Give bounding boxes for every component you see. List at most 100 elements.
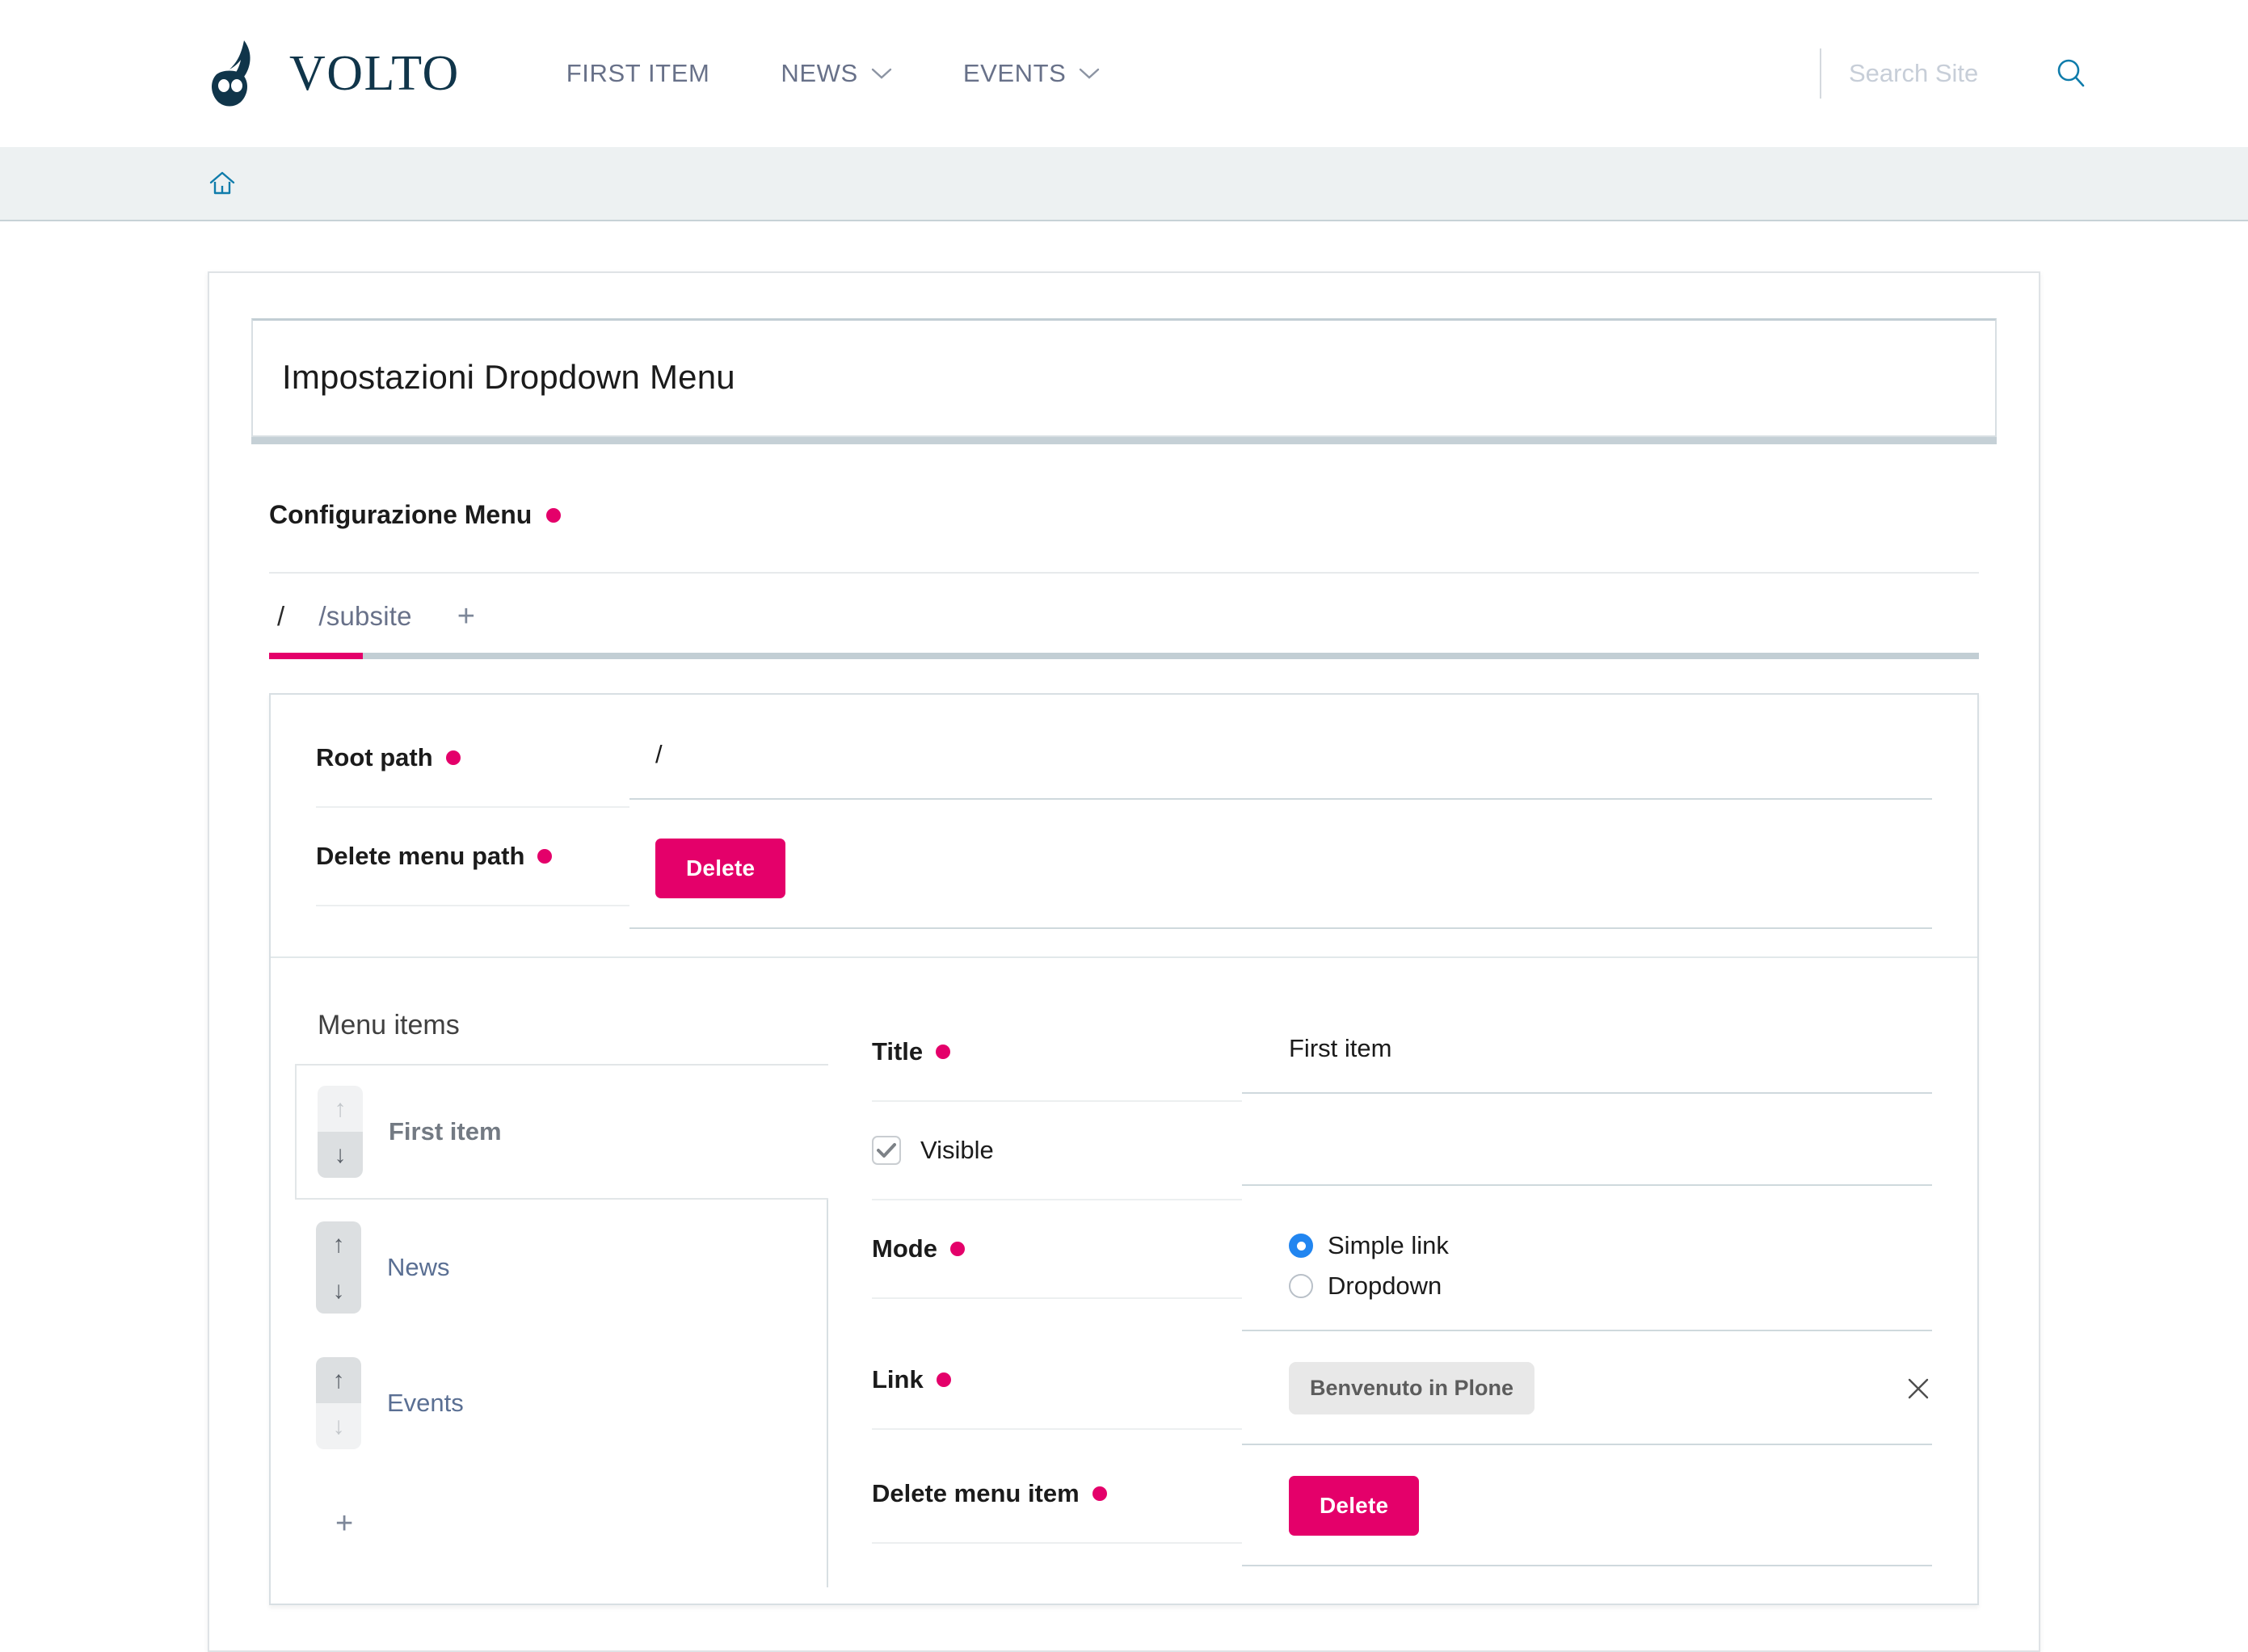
move-up-button[interactable]: ↑: [316, 1357, 361, 1403]
sort-controls: ↑ ↓: [316, 1221, 361, 1314]
field-control: Delete: [629, 808, 1932, 929]
menu-item-first-item[interactable]: ↑ ↓ First item: [295, 1064, 828, 1200]
menu-path-tabs: / /subsite +: [251, 574, 1997, 653]
menu-item-events[interactable]: ↑ ↓ Events: [295, 1335, 828, 1471]
tab-subsite-path[interactable]: /subsite: [310, 601, 437, 653]
radio-button-icon[interactable]: [1289, 1274, 1313, 1298]
field-label: Title: [872, 1003, 1242, 1102]
radio-label: Simple link: [1328, 1231, 1449, 1259]
settings-panel: Impostazioni Dropdown Menu Configurazion…: [208, 271, 2040, 1652]
field-label: Link: [872, 1331, 1242, 1430]
menu-item-detail-form: Title First item Visible Mode Simple lin…: [828, 958, 1977, 1604]
visible-checkbox-row[interactable]: Visible: [872, 1102, 1242, 1200]
field-control-empty: [1242, 1102, 1932, 1186]
volto-flame-logo-icon: [208, 39, 268, 108]
label-text: Mode: [872, 1234, 937, 1263]
arrow-up-icon: ↑: [332, 1366, 345, 1393]
move-up-button[interactable]: ↑: [318, 1086, 363, 1132]
move-down-button[interactable]: ↓: [318, 1132, 363, 1178]
menu-items-title: Menu items: [318, 1010, 460, 1040]
add-menu-item-button[interactable]: +: [295, 1471, 828, 1587]
chevron-down-icon: [871, 68, 892, 80]
move-down-button[interactable]: ↓: [316, 1267, 361, 1314]
sort-controls: ↑ ↓: [316, 1357, 361, 1449]
required-marker-icon: [949, 1242, 965, 1256]
menu-items-section: Menu items ↑ ↓ First item ↑ ↓ News ↑ ↓ E…: [271, 958, 1977, 1604]
arrow-up-icon: ↑: [332, 1230, 345, 1258]
breadcrumb-home-link[interactable]: [208, 170, 236, 197]
tab-root-path[interactable]: /: [269, 601, 310, 653]
required-marker-icon: [1092, 1486, 1107, 1501]
breadcrumb: [0, 147, 2248, 221]
label-text: Root path: [316, 743, 433, 771]
delete-menu-item-button[interactable]: Delete: [1289, 1476, 1420, 1536]
arrow-up-icon: ↑: [334, 1095, 347, 1122]
label-text: Delete menu item: [872, 1479, 1080, 1507]
nav-item-news[interactable]: NEWS: [745, 59, 927, 88]
search-input[interactable]: [1847, 58, 2033, 89]
menu-items-list: ↑ ↓ First item ↑ ↓ News ↑ ↓ Events +: [295, 1064, 828, 1587]
link-chip[interactable]: Benvenuto in Plone: [1289, 1362, 1535, 1414]
radio-button-icon[interactable]: [1289, 1234, 1313, 1258]
field-delete-menu-path: Delete menu path Delete: [316, 808, 1932, 929]
field-label: Mode: [872, 1200, 1242, 1299]
menu-item-label: First item: [389, 1117, 502, 1145]
field-control[interactable]: First item: [1242, 1003, 1932, 1094]
page-title: Impostazioni Dropdown Menu: [282, 358, 735, 396]
field-root-path: Root path /: [316, 709, 1932, 808]
radio-simple-link[interactable]: Simple link: [1289, 1231, 1449, 1260]
field-mode: Mode Simple link Dropdown: [872, 1200, 1932, 1331]
required-marker-icon: [936, 1372, 951, 1387]
menu-item-label: News: [387, 1253, 450, 1281]
site-title: VOLTO: [289, 45, 460, 101]
field-label: Delete menu path: [316, 808, 629, 906]
arrow-down-icon: ↓: [334, 1141, 347, 1168]
chevron-down-icon: [1079, 68, 1100, 80]
nav-label: NEWS: [781, 59, 858, 87]
field-control: Benvenuto in Plone: [1242, 1331, 1932, 1445]
menu-configuration-card: Root path / Delete menu path Delete Menu…: [269, 693, 1979, 1605]
mode-radio-group: Simple link Dropdown: [1289, 1231, 1449, 1301]
close-icon[interactable]: [1905, 1375, 1932, 1402]
label-text: Delete menu path: [316, 842, 525, 870]
visible-label: Visible: [920, 1136, 994, 1164]
radio-dot: [1296, 1241, 1306, 1251]
move-up-button[interactable]: ↑: [316, 1221, 361, 1267]
home-icon: [208, 170, 236, 197]
field-control: Simple link Dropdown: [1242, 1200, 1932, 1331]
field-title: Title First item: [872, 1003, 1932, 1102]
field-control[interactable]: /: [629, 709, 1932, 800]
page-content-wrapper: Impostazioni Dropdown Menu Configurazion…: [0, 221, 2248, 1652]
site-logo-link[interactable]: VOLTO: [208, 39, 460, 108]
tab-label: /subsite: [318, 601, 412, 631]
required-marker-icon: [537, 849, 553, 864]
configurazione-menu-heading: Configurazione Menu: [251, 500, 1997, 530]
required-marker-icon: [445, 750, 461, 765]
required-marker-icon: [546, 507, 562, 523]
add-menu-path-button[interactable]: +: [438, 601, 475, 653]
tab-label: /: [277, 601, 285, 631]
section-heading-label: Configurazione Menu: [269, 500, 533, 529]
nav-item-first-item[interactable]: FIRST ITEM: [531, 59, 746, 88]
root-path-value: /: [655, 740, 663, 768]
checkmark-icon: [877, 1143, 896, 1158]
search-button[interactable]: [2033, 57, 2086, 90]
sort-controls: ↑ ↓: [318, 1086, 363, 1178]
label-text: Title: [872, 1037, 924, 1066]
plus-icon: +: [335, 1507, 354, 1541]
move-down-button[interactable]: ↓: [316, 1403, 361, 1449]
menu-path-settings: Root path / Delete menu path Delete: [271, 695, 1977, 958]
delete-menu-path-button[interactable]: Delete: [655, 839, 786, 898]
main-navigation: FIRST ITEM NEWS EVENTS: [531, 59, 1136, 88]
label-text: Link: [872, 1365, 924, 1393]
nav-label: FIRST ITEM: [566, 59, 710, 87]
field-link: Link Benvenuto in Plone: [872, 1331, 1932, 1445]
nav-label: EVENTS: [962, 59, 1067, 87]
field-label: Root path: [316, 709, 629, 808]
menu-item-news[interactable]: ↑ ↓ News: [295, 1200, 828, 1335]
title-value: First item: [1289, 1034, 1392, 1062]
visible-checkbox[interactable]: [872, 1136, 901, 1165]
plus-icon: +: [457, 599, 475, 633]
nav-item-events[interactable]: EVENTS: [928, 59, 1136, 88]
radio-dropdown[interactable]: Dropdown: [1289, 1272, 1449, 1301]
